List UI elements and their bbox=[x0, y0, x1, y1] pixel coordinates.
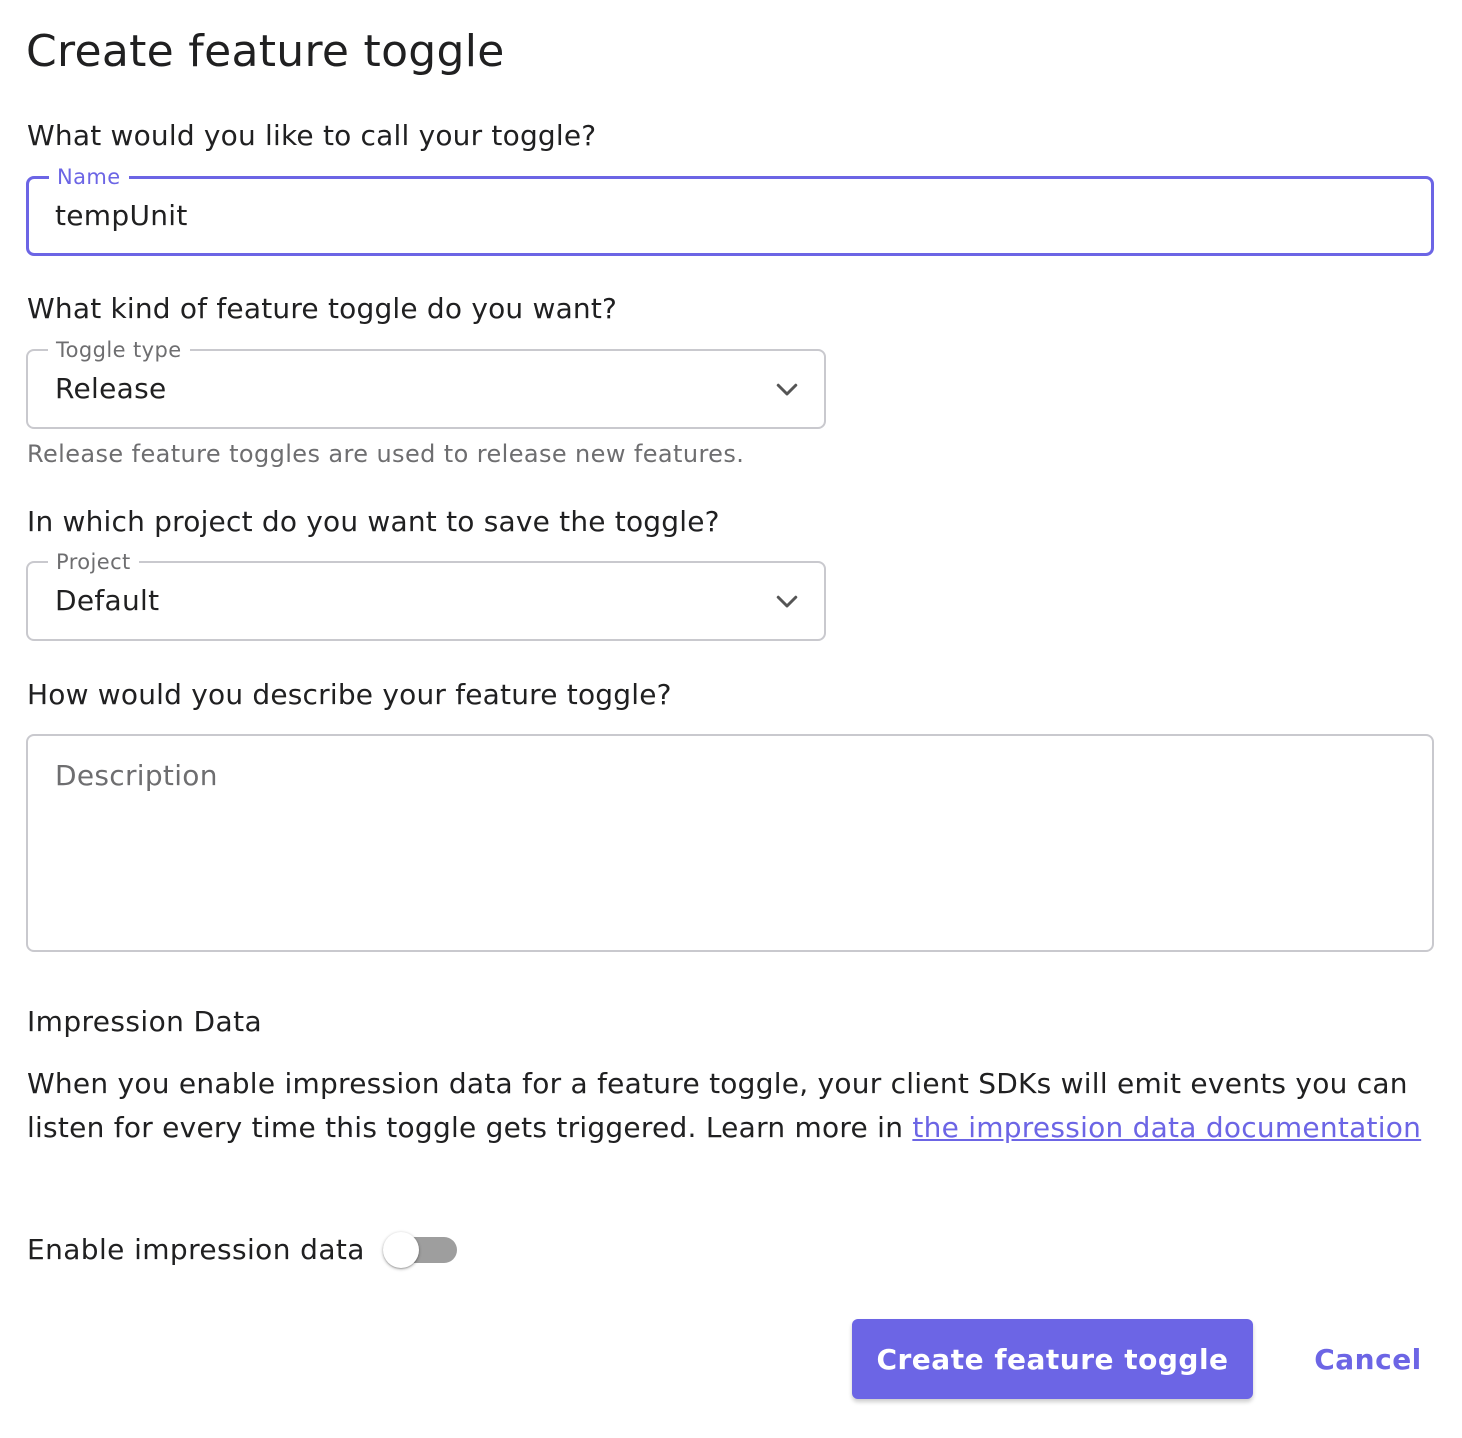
toggle-type-value: Release bbox=[55, 372, 167, 405]
description-textarea[interactable] bbox=[26, 734, 1434, 952]
switch-thumb bbox=[382, 1232, 419, 1268]
toggle-type-question: What kind of feature toggle do you want? bbox=[27, 292, 618, 325]
name-field-label: Name bbox=[49, 164, 129, 190]
impression-data-switch-row: Enable impression data bbox=[27, 1228, 461, 1272]
impression-data-docs-link[interactable]: the impression data documentation bbox=[912, 1111, 1421, 1144]
create-feature-toggle-button[interactable]: Create feature toggle bbox=[852, 1319, 1253, 1399]
name-field[interactable]: Name tempUnit bbox=[26, 164, 1434, 256]
project-question: In which project do you want to save the… bbox=[27, 505, 720, 538]
project-label: Project bbox=[48, 549, 139, 575]
name-question: What would you like to call your toggle? bbox=[27, 119, 597, 152]
project-select[interactable]: Project Default bbox=[26, 549, 826, 641]
description-question: How would you describe your feature togg… bbox=[27, 678, 672, 711]
page-title: Create feature toggle bbox=[26, 26, 505, 77]
project-value: Default bbox=[55, 584, 160, 617]
toggle-type-label: Toggle type bbox=[48, 337, 190, 363]
chevron-down-icon bbox=[776, 595, 798, 608]
chevron-down-icon bbox=[776, 383, 798, 396]
toggle-type-helper-text: Release feature toggles are used to rele… bbox=[27, 440, 745, 468]
cancel-button[interactable]: Cancel bbox=[1300, 1319, 1436, 1399]
impression-data-description: When you enable impression data for a fe… bbox=[27, 1062, 1437, 1150]
impression-data-title: Impression Data bbox=[27, 1005, 263, 1038]
impression-data-switch-label: Enable impression data bbox=[27, 1233, 365, 1266]
impression-data-switch[interactable] bbox=[382, 1228, 461, 1272]
name-input-value[interactable]: tempUnit bbox=[55, 198, 188, 234]
toggle-type-select[interactable]: Toggle type Release bbox=[26, 337, 826, 429]
